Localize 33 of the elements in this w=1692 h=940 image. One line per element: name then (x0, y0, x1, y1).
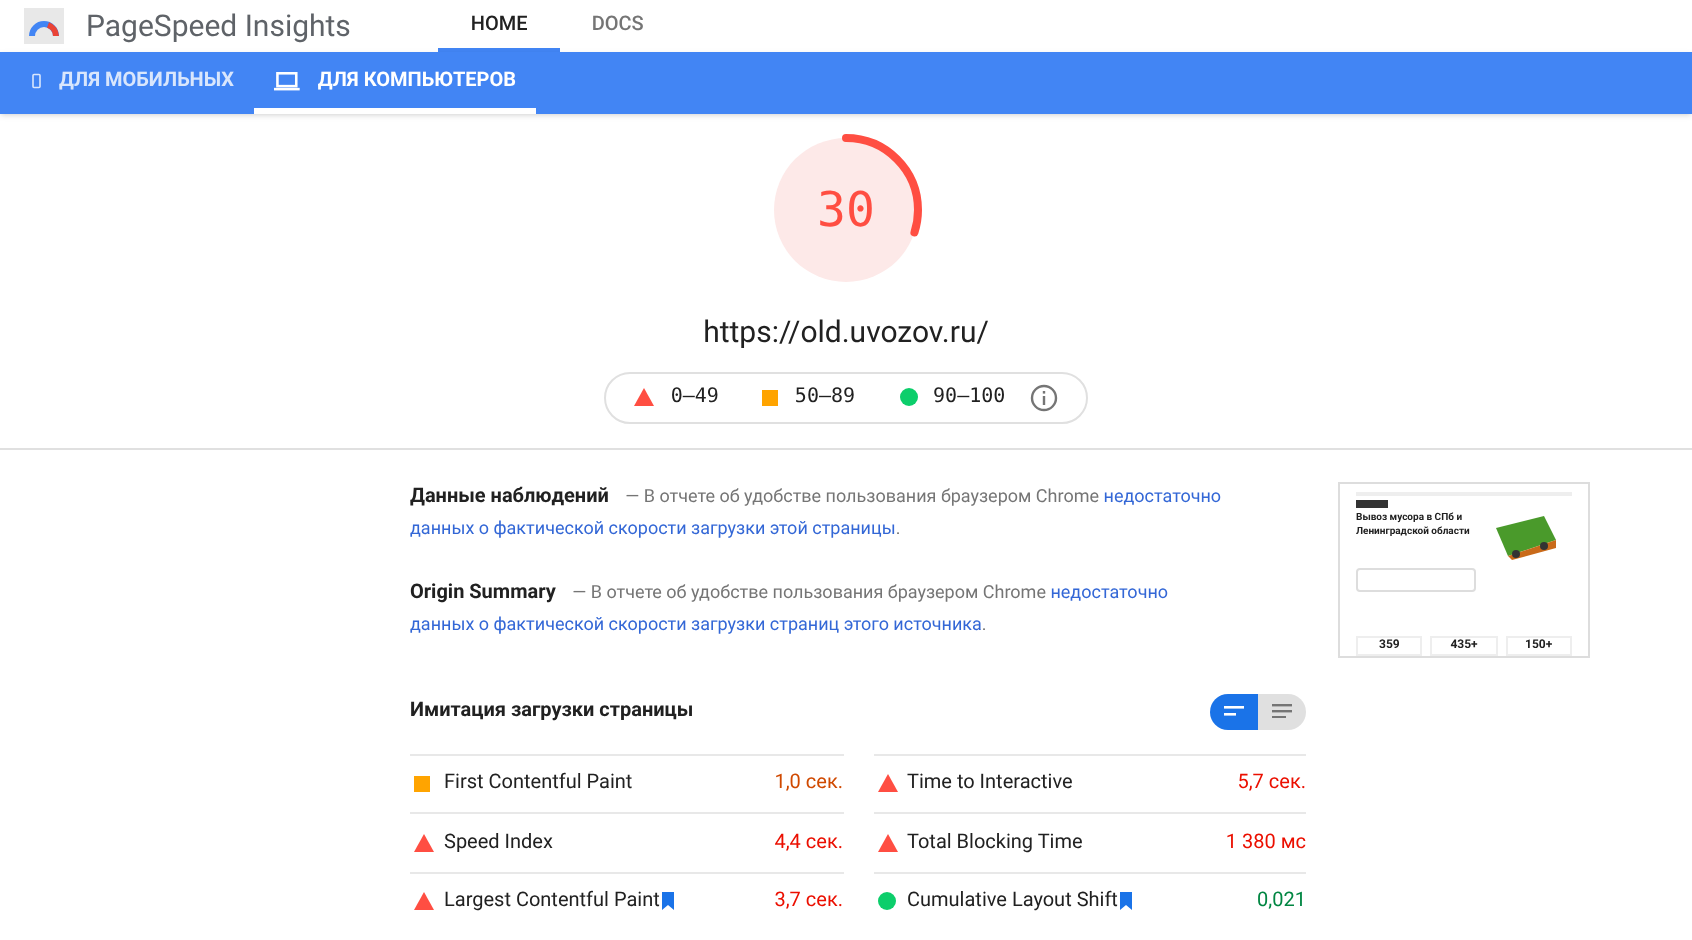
metric-name: Largest Contentful Paint (444, 888, 660, 917)
metric-name: First Contentful Paint (444, 770, 633, 799)
metric-value: 5,7 сек. (1237, 770, 1306, 799)
view-toggle[interactable] (1258, 693, 1306, 729)
metric-value: 0,021 (1257, 888, 1306, 917)
device-tab[interactable]: ДЛЯ МОБИЛЬНЫХ (12, 52, 254, 114)
score-value: 30 (817, 180, 875, 242)
gauge-logo-icon (24, 8, 64, 44)
metric-value: 4,4 сек. (774, 829, 843, 858)
field-data-notice: Данные наблюдений — В отчете об удобстве пользования браузером Chrome недостаточно данных о фактической скорости загрузки этой страницы. (410, 483, 1224, 543)
screenshot-partner-card (1356, 567, 1476, 591)
section-title: Имитация загрузки страницы (410, 698, 694, 726)
screenshot-logo (1356, 499, 1388, 507)
legend-label: 90–100 (933, 384, 1006, 412)
legend-label: 0–49 (670, 384, 719, 412)
metric-name: Time to Interactive (907, 770, 1073, 799)
metric-value: 1,0 сек. (774, 770, 843, 799)
metric-name: Total Blocking Time (907, 829, 1083, 858)
legend-label: 50–89 (794, 384, 856, 412)
view-toggle[interactable] (1210, 693, 1258, 729)
info-icon[interactable] (1029, 383, 1058, 411)
field-data-notice: Origin Summary — В отчете об удобстве пользования браузером Chrome недостаточно данных о фактической скорости загрузки страниц этого источника. (410, 579, 1171, 639)
nav-tab[interactable]: DOCS (559, 0, 676, 52)
page-url: https://old.uvozov.ru/ (703, 312, 989, 354)
metric-name: Cumulative Layout Shift (907, 888, 1118, 917)
metric-value: 1 380 мс (1225, 829, 1306, 858)
list-lines-icon (1272, 704, 1292, 718)
compact-lines-icon (1224, 706, 1244, 716)
laptop-icon (274, 69, 300, 91)
device-tab[interactable]: ДЛЯ КОМПЬЮТЕРОВ (254, 52, 536, 114)
metric-value: 3,7 сек. (774, 888, 843, 917)
metric-name: Speed Index (444, 829, 553, 858)
app-title: PageSpeed Insights (86, 5, 351, 48)
